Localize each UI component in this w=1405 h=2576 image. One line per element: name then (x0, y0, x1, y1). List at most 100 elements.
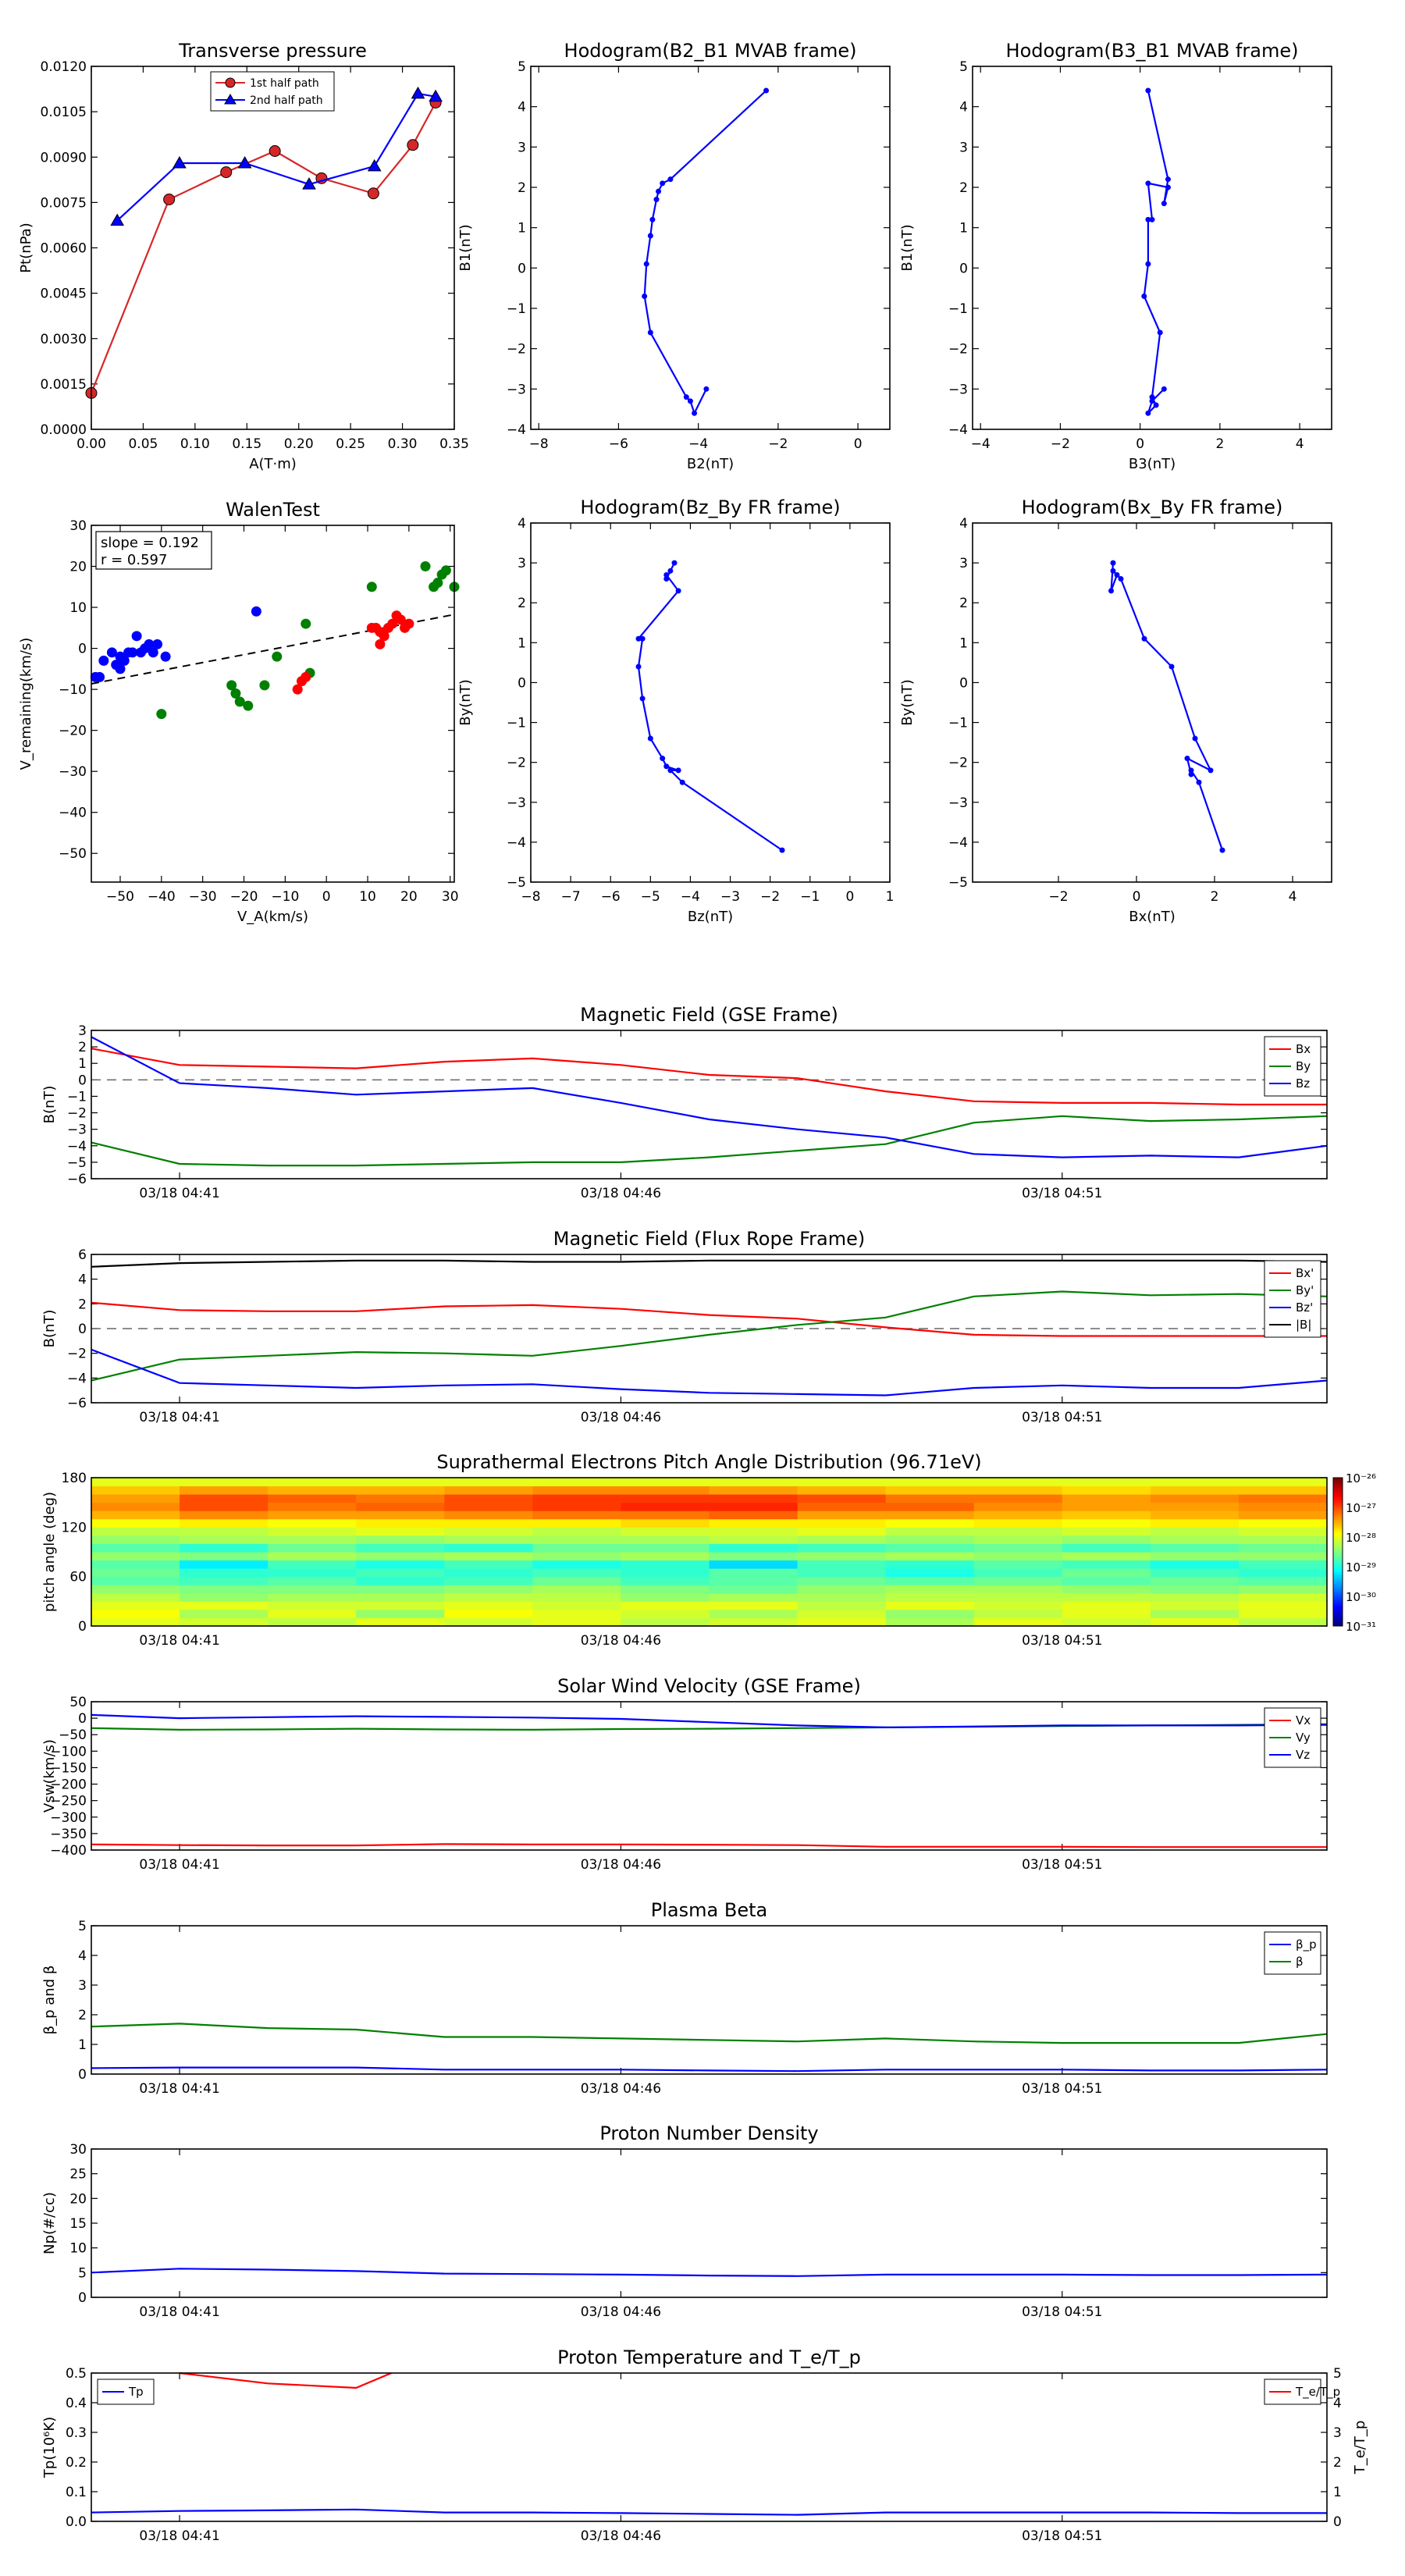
heatmap-cell (1238, 1609, 1328, 1618)
heatmap-cell (621, 1527, 710, 1536)
data-point (220, 166, 233, 179)
heatmap-cell (356, 1601, 445, 1610)
data-point (653, 197, 660, 202)
chart-h3: Hodogram(Bz_By FR frame) −5 −4 −3 −2 −1 0 1 2 3 4 −… (457, 496, 894, 925)
chart-title: Hodogram(Bz_By FR frame) (580, 496, 840, 518)
heatmap-cell (180, 1502, 269, 1511)
x-tick-label: 30 (442, 889, 459, 905)
data-point (1165, 184, 1171, 190)
heatmap-cell (797, 1552, 887, 1561)
x-tick-label: 03/18 04:46 (581, 1633, 661, 1649)
colorbar-segment (1333, 1529, 1343, 1533)
series-line (1143, 90, 1169, 415)
heatmap-cell (797, 1592, 887, 1602)
x-tick-label: −4 (681, 889, 700, 905)
series-line (1110, 563, 1224, 851)
x-axis-label: B2(nT) (687, 456, 734, 472)
y-right-tick-label: 5 (1333, 2366, 1342, 2382)
data-point (642, 294, 648, 299)
heatmap-cell (797, 1585, 887, 1594)
colorbar-segment (1333, 1621, 1343, 1624)
x-tick-label: −6 (601, 889, 621, 905)
heatmap-cell (885, 1478, 975, 1487)
x-tick-label: 2 (1211, 889, 1219, 905)
heatmap-cell (1062, 1535, 1151, 1544)
heatmap-cell (1062, 1478, 1151, 1487)
heatmap-cell (973, 1617, 1063, 1627)
heatmap-cell (532, 1576, 621, 1585)
heatmap-cell (621, 1485, 710, 1495)
x-tick-label: −2 (1051, 436, 1070, 452)
y-tick-label: 1 (518, 635, 526, 651)
axes-frame (972, 522, 1332, 883)
x-tick-label: 03/18 04:41 (139, 1410, 219, 1425)
data-point (703, 386, 710, 392)
heatmap-cell (973, 1510, 1063, 1520)
heatmap-cell (180, 1576, 269, 1585)
heatmap-cell (356, 1543, 445, 1553)
heatmap-cell (797, 1478, 887, 1487)
x-tick-label: 1 (886, 889, 895, 905)
data-point (667, 176, 674, 183)
y-tick-label: −10 (59, 682, 87, 698)
heatmap-cell (444, 1576, 533, 1585)
x-tick-label: 0 (1133, 889, 1141, 905)
data-point (367, 158, 382, 172)
y-tick-label: 20 (69, 2191, 87, 2207)
heatmap-cell (1150, 1502, 1240, 1511)
heatmap-cell (1062, 1568, 1151, 1578)
colorbar-segment (1333, 1554, 1343, 1557)
data-point (269, 145, 281, 157)
legend-label: 2nd half path (250, 94, 323, 107)
heatmap-cell (1062, 1485, 1151, 1495)
y-tick-label: 1 (78, 2037, 87, 2053)
x-tick-label: 03/18 04:46 (581, 1186, 661, 1201)
data-point (692, 410, 698, 416)
heatmap-cell (268, 1478, 357, 1487)
colorbar-tick-label: 10⁻³⁰ (1346, 1590, 1376, 1604)
heatmap-cell (1062, 1494, 1151, 1503)
data-point (98, 655, 109, 666)
heatmap-cell (1062, 1609, 1151, 1618)
colorbar-segment (1333, 1534, 1343, 1538)
heatmap-cell (973, 1527, 1063, 1536)
y-tick-label: −5 (948, 875, 968, 891)
x-tick-label: −1 (800, 889, 820, 905)
heatmap-cell (973, 1601, 1063, 1610)
heatmap-cell (444, 1543, 533, 1553)
series-line (91, 2268, 1328, 2277)
colorbar-segment (1333, 1593, 1343, 1597)
heatmap-cell (180, 1535, 269, 1544)
heatmap-cell (91, 1485, 180, 1495)
y-axis-label: pitch angle (deg) (41, 1492, 58, 1612)
series-line (91, 2508, 1327, 2516)
data-point (671, 560, 678, 566)
series-line (91, 1301, 1327, 1337)
y-axis-label: Np(#/cc) (41, 2192, 58, 2254)
y-tick-label: 50 (69, 1695, 87, 1710)
heatmap-cell (532, 1543, 621, 1553)
x-tick-label: −10 (271, 889, 299, 905)
x-tick-label: 0.10 (180, 436, 210, 452)
heatmap-cell (709, 1543, 799, 1553)
heatmap-cell (268, 1617, 357, 1627)
y-tick-label: −40 (59, 806, 87, 821)
y-tick-label: 0 (78, 2067, 87, 2083)
heatmap-cell (532, 1518, 621, 1528)
heatmap-cell (1062, 1560, 1151, 1569)
heatmap-cell (1150, 1535, 1240, 1544)
axes-frame (91, 1701, 1328, 1851)
colorbar-segment (1333, 1611, 1343, 1614)
y-tick-label: −1 (948, 301, 968, 317)
heatmap-cell (444, 1592, 533, 1602)
heatmap-cell (532, 1535, 621, 1544)
heatmap-cell (1150, 1592, 1240, 1602)
y-tick-label: 4 (959, 100, 968, 116)
y-right-tick-label: 1 (1333, 2485, 1342, 2500)
y-tick-label: 2 (78, 1040, 87, 1055)
y-axis-label: Vsw(km/s) (41, 1739, 58, 1813)
data-point (1110, 568, 1116, 574)
heatmap-cell (180, 1585, 269, 1594)
heatmap-cell (356, 1518, 445, 1528)
data-point (679, 779, 685, 785)
